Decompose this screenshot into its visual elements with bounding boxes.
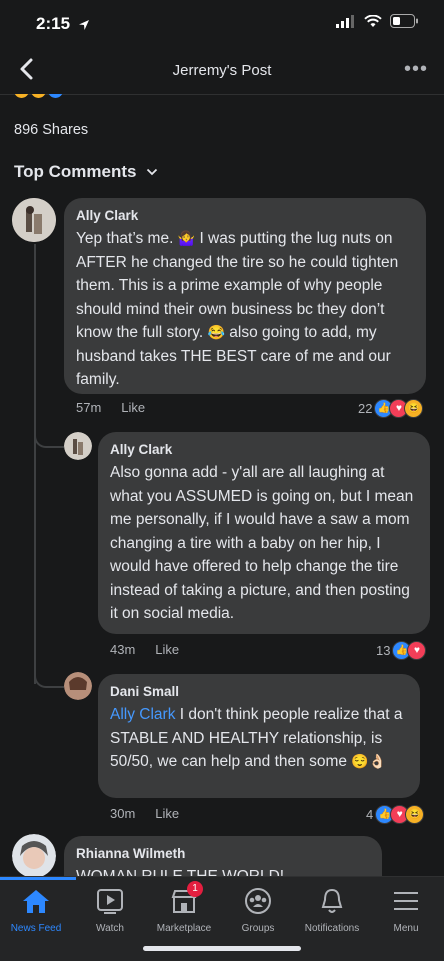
avatar[interactable] (64, 432, 92, 460)
tab-menu[interactable]: Menu (364, 887, 444, 934)
groups-icon (245, 888, 271, 914)
reaction-summary[interactable]: 22 👍 ♥ 😆 (358, 399, 424, 418)
comment-text-part: Yep that’s me. (76, 230, 174, 247)
avatar[interactable] (12, 834, 56, 878)
comment-meta: 57m Like (76, 400, 145, 415)
menu-icon (394, 892, 418, 910)
tab-notifications[interactable]: Notifications (290, 887, 374, 934)
post-reactions-strip (14, 94, 66, 100)
comment-meta: 30m Like (110, 806, 179, 821)
status-time: 2:15 (36, 14, 90, 34)
comment-text: Ally Clark I don't think people realize … (110, 703, 408, 774)
like-button[interactable]: Like (121, 400, 145, 415)
wifi-icon (364, 14, 382, 27)
reaction-count: 13 (376, 643, 391, 658)
tab-label: Notifications (304, 923, 360, 934)
tab-label: Menu (393, 923, 419, 934)
location-arrow-icon (78, 19, 89, 30)
avatar-photo-icon (12, 834, 56, 878)
tab-label: Marketplace (156, 923, 212, 934)
comment-sort-dropdown[interactable]: Top Comments (14, 162, 158, 182)
marketplace-icon: 1 (169, 881, 203, 915)
comment-time[interactable]: 57m (76, 400, 101, 415)
post-header: Jerremy's Post ••• (0, 48, 444, 95)
active-tab-indicator (0, 877, 76, 880)
reaction-count: 4 (366, 807, 374, 822)
comment-author[interactable]: Dani Small (110, 684, 408, 699)
signal-icon (336, 14, 354, 28)
comment-author[interactable]: Ally Clark (76, 208, 414, 223)
laughing-emoji-icon: 😂 (207, 324, 225, 341)
battery-icon (390, 14, 418, 28)
relieved-face-emoji-icon: 😌 (351, 753, 369, 770)
tab-news-feed[interactable]: News Feed (0, 887, 78, 934)
chevron-down-icon (147, 168, 158, 176)
tab-watch[interactable]: Watch (68, 887, 152, 934)
reaction-summary[interactable]: 13 👍 ♥ (376, 641, 427, 660)
avatar-photo-icon (64, 672, 92, 700)
haha-reaction-icon: 😆 (405, 805, 425, 824)
comment-author[interactable]: Ally Clark (110, 442, 418, 457)
comment-bubble: Dani Small Ally Clark I don't think peop… (98, 674, 420, 798)
tab-label: Groups (241, 923, 275, 934)
like-button[interactable]: Like (155, 806, 179, 821)
mention-link[interactable]: Ally Clark (110, 706, 175, 723)
clock-text: 2:15 (36, 14, 71, 33)
sort-label: Top Comments (14, 162, 137, 181)
comment-text: Also gonna add - y'all are all laughing … (110, 464, 414, 622)
like-button[interactable]: Like (155, 642, 179, 657)
watch-icon (97, 889, 123, 914)
comment-time[interactable]: 43m (110, 642, 135, 657)
thread-branch (34, 428, 64, 448)
comment-time[interactable]: 30m (110, 806, 135, 821)
tab-marketplace[interactable]: 1 Marketplace (142, 881, 226, 934)
home-icon (23, 890, 49, 913)
haha-reaction-icon: 😆 (404, 399, 424, 418)
avatar[interactable] (64, 672, 92, 700)
comment-bubble: Ally Clark Yep that’s me. 🤷‍♀️ I was put… (64, 198, 426, 394)
comment-text: Yep that’s me. 🤷‍♀️ I was putting the lu… (76, 227, 414, 392)
reaction-count: 22 (358, 401, 373, 416)
tab-label: Watch (96, 923, 124, 934)
status-icons (336, 14, 418, 28)
reaction-summary[interactable]: 4 👍 ♥ 😆 (366, 805, 425, 824)
comment-author[interactable]: Rhianna Wilmeth (76, 846, 370, 861)
avatar-photo-icon (12, 198, 56, 242)
notification-badge: 1 (187, 881, 203, 897)
shares-count[interactable]: 896 Shares (14, 122, 88, 138)
ok-hand-emoji-icon: 👌🏻 (368, 753, 387, 770)
thread-branch (34, 668, 64, 688)
tab-groups[interactable]: Groups (216, 887, 300, 934)
avatar-photo-icon (64, 432, 92, 460)
page-title: Jerremy's Post (172, 62, 272, 79)
bell-icon (321, 888, 343, 913)
avatar[interactable] (12, 198, 56, 242)
comment-meta: 43m Like (110, 642, 179, 657)
more-options-icon[interactable]: ••• (404, 58, 428, 81)
woman-shrugging-emoji-icon: 🤷‍♀️ (177, 230, 196, 247)
comment-bubble: Ally Clark Also gonna add - y'all are al… (98, 432, 430, 634)
tab-label: News Feed (10, 923, 62, 934)
thread-line (34, 244, 36, 684)
home-indicator (143, 946, 301, 951)
love-reaction-icon: ♥ (407, 641, 427, 660)
